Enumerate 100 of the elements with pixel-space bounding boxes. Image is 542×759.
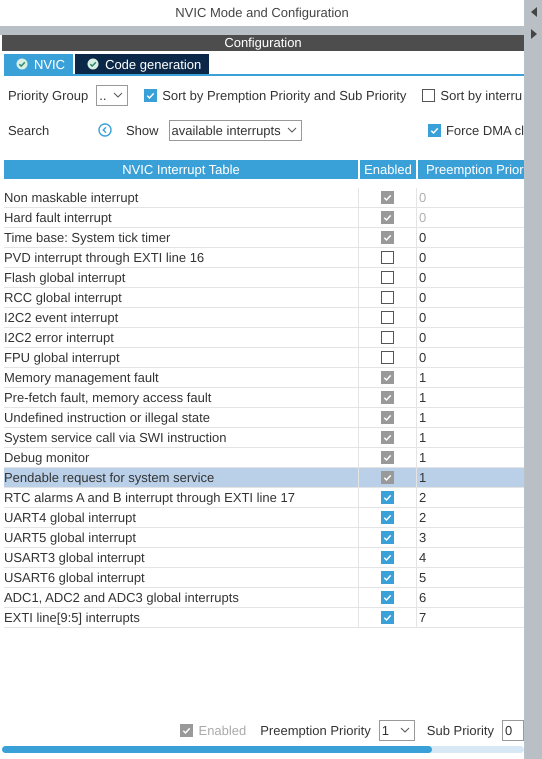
table-row[interactable]: I2C2 error interrupt 0 [4, 328, 524, 348]
table-row[interactable]: FPU global interrupt 0 [4, 348, 524, 368]
search-label: Search [8, 122, 50, 138]
priority-value: 4 [419, 550, 426, 565]
interrupt-name: System service call via SWI instruction [4, 430, 227, 445]
priority-value: 1 [419, 470, 426, 485]
check-circle-icon [16, 58, 28, 70]
priority-value: 0 [419, 290, 426, 305]
sub-priority-field[interactable]: 0 [502, 720, 524, 740]
sub-priority-label: Sub Priority [426, 722, 494, 738]
priority-value: 0 [419, 310, 426, 325]
checkbox-label: Sort by Premption Priority and Sub Priority [162, 88, 406, 102]
checkbox-label: Enabled [198, 722, 246, 738]
interrupt-name: USART3 global interrupt [4, 550, 145, 565]
priority-value: 1 [419, 390, 426, 405]
tab[interactable]: Code generation [75, 54, 210, 74]
checkbox[interactable] [381, 251, 394, 264]
checkbox[interactable] [381, 491, 394, 504]
checkbox[interactable] [144, 88, 158, 102]
interrupt-name: RCC global interrupt [4, 290, 122, 305]
interrupt-name: Time base: System tick timer [4, 230, 170, 245]
interrupt-name: Undefined instruction or illegal state [4, 410, 210, 425]
checkbox[interactable] [381, 571, 394, 584]
checkbox[interactable] [381, 531, 394, 544]
interrupt-name: Pendable request for system service [4, 470, 214, 485]
interrupt-name: Hard fault interrupt [4, 210, 112, 225]
table-row[interactable]: UART5 global interrupt 3 [4, 528, 524, 548]
interrupt-name: Pre-fetch fault, memory access fault [4, 390, 212, 405]
priority-value: 0 [419, 330, 426, 345]
priority-value: 2 [419, 490, 426, 505]
checkbox[interactable] [381, 551, 394, 564]
show-label: Show [126, 122, 159, 138]
table-row[interactable]: USART3 global interrupt 4 [4, 548, 524, 568]
scrollbar-thumb[interactable] [2, 746, 432, 753]
preemption-priority-dropdown[interactable]: 1 [378, 720, 415, 740]
chevron-down-icon [286, 127, 297, 133]
checkbox-label: Force DMA cl [446, 122, 524, 138]
interrupt-name: Memory management fault [4, 370, 159, 385]
checkbox[interactable] [381, 611, 394, 624]
column-header: NVIC Interrupt Table [4, 160, 358, 179]
priority-value: 1 [419, 450, 426, 465]
table-row[interactable]: PVD interrupt through EXTI line 16 0 [4, 248, 524, 268]
checkbox[interactable] [381, 291, 394, 304]
preemption-priority-label: Preemption Priority [260, 722, 371, 738]
priority-value: 0 [419, 210, 426, 225]
interrupt-name: UART5 global interrupt [4, 530, 136, 545]
priority-value: 0 [419, 250, 426, 265]
interrupt-name: RTC alarms A and B interrupt through EXTI line 17 [4, 490, 295, 505]
priority-value: 7 [419, 610, 426, 625]
priority-group-label: Priority Group [8, 88, 88, 102]
checkbox[interactable] [428, 124, 441, 136]
priority-group-dropdown[interactable]: .. [96, 84, 128, 106]
table-row[interactable]: RTC alarms A and B interrupt through EXTI line 17 2 [4, 488, 524, 508]
chevron-down-icon [400, 727, 410, 733]
checkbox[interactable] [381, 351, 394, 364]
table-row[interactable]: Flash global interrupt 0 [4, 268, 524, 288]
show-dropdown[interactable]: available interrupts [168, 120, 302, 140]
priority-value: 1 [419, 370, 426, 385]
priority-value: 2 [419, 510, 426, 525]
interrupt-name: Flash global interrupt [4, 270, 126, 285]
interrupt-name: USART6 global interrupt [4, 570, 145, 585]
priority-value: 1 [419, 430, 426, 445]
interrupt-name: PVD interrupt through EXTI line 16 [4, 250, 204, 265]
table-row[interactable]: EXTI line[9:5] interrupts 7 [4, 608, 524, 628]
column-header: Enabled [360, 160, 416, 179]
table-row[interactable]: ADC1, ADC2 and ADC3 global interrupts 6 [4, 588, 524, 608]
section-header: Configuration [2, 35, 524, 51]
checkbox-label: Sort by interru [440, 88, 522, 102]
checkbox[interactable] [381, 271, 394, 284]
interrupt-name: UART4 global interrupt [4, 510, 136, 525]
interrupt-name: FPU global interrupt [4, 350, 120, 365]
interrupt-name: I2C2 error interrupt [4, 330, 114, 345]
priority-value: 5 [419, 570, 426, 585]
check-circle-icon [87, 58, 100, 70]
interrupt-name: I2C2 event interrupt [4, 310, 118, 325]
priority-value: 0 [419, 270, 426, 285]
interrupt-name: EXTI line[9:5] interrupts [4, 610, 140, 625]
checkbox[interactable] [381, 311, 394, 324]
priority-value: 0 [419, 230, 426, 245]
column-header: Preemption Prior [418, 160, 524, 179]
table-row[interactable]: I2C2 event interrupt 0 [4, 308, 524, 328]
expand-right-icon[interactable] [530, 28, 538, 40]
checkbox[interactable] [422, 88, 436, 102]
interrupt-name: ADC1, ADC2 and ADC3 global interrupts [4, 590, 239, 605]
priority-value: 0 [419, 190, 426, 205]
checkbox[interactable] [381, 511, 394, 524]
table-row[interactable]: UART4 global interrupt 2 [4, 508, 524, 528]
collapse-left-icon[interactable] [530, 6, 538, 18]
checkbox[interactable] [381, 331, 394, 344]
table-row[interactable]: RCC global interrupt 0 [4, 288, 524, 308]
table-row[interactable]: USART6 global interrupt 5 [4, 568, 524, 588]
interrupt-name: Non maskable interrupt [4, 190, 138, 205]
checkbox[interactable] [381, 591, 394, 604]
chevron-down-icon [113, 92, 124, 98]
priority-value: 3 [419, 530, 426, 545]
interrupt-name: Debug monitor [4, 450, 90, 465]
priority-value: 0 [419, 350, 426, 365]
priority-value: 1 [419, 410, 426, 425]
window-title: NVIC Mode and Configuration [174, 4, 350, 22]
priority-value: 6 [419, 590, 426, 605]
